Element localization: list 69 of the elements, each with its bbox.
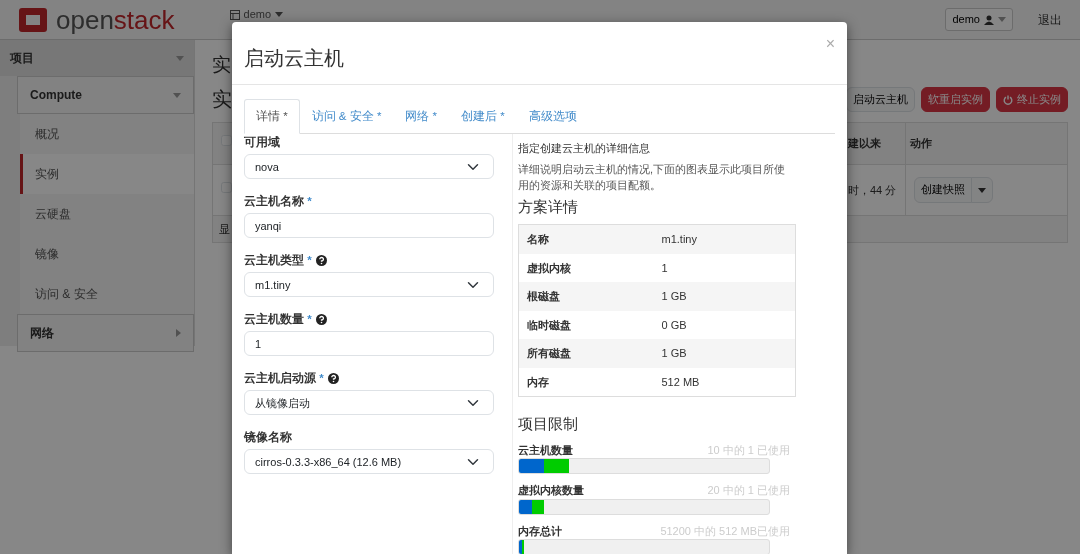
intro-text: 指定创建云主机的详细信息: [518, 141, 651, 157]
select-field[interactable]: 从镜像启动: [244, 390, 494, 416]
caret-icon: [176, 55, 184, 61]
column-header: 动作: [905, 122, 1068, 165]
quota-label: 虚拟内核数量: [518, 483, 584, 499]
input-field[interactable]: 1: [244, 331, 494, 357]
section-heading: 项目限制: [518, 414, 579, 435]
table-cell: 临时磁盘: [518, 310, 654, 340]
field-label: 镜像名称: [244, 430, 292, 446]
select-field[interactable]: m1.tiny: [244, 272, 494, 298]
table-cell: 内存: [518, 367, 654, 397]
caret-icon: [275, 12, 284, 17]
snapshot-button[interactable]: 创建快照: [914, 176, 972, 203]
page-title: 实: [212, 54, 231, 75]
sidebar-item[interactable]: 访问 & 安全: [20, 274, 194, 314]
action-button[interactable]: 终止实例: [996, 86, 1068, 113]
project-icon: [229, 9, 240, 20]
table-cell: 1: [653, 253, 796, 283]
power-icon: [1003, 94, 1013, 105]
help-icon[interactable]: [315, 313, 327, 325]
tab[interactable]: 网络 *: [393, 99, 450, 135]
caret-icon: [176, 329, 181, 337]
select-field[interactable]: nova: [244, 154, 494, 180]
sidebar-item[interactable]: 镜像: [20, 234, 194, 274]
select-field[interactable]: cirros-0.3.3-x86_64 (12.6 MB): [244, 449, 494, 475]
sidebar-header[interactable]: 项目: [10, 49, 34, 67]
table-cell: 虚拟内核: [518, 253, 654, 283]
quota-label: 内存总计: [518, 523, 562, 539]
table-cell: 0 GB: [653, 310, 796, 340]
caret-icon: [998, 17, 1006, 22]
project-menu[interactable]: demo: [243, 6, 272, 23]
user-menu[interactable]: demo: [945, 8, 1013, 31]
caret-icon: [978, 187, 986, 193]
tab[interactable]: 高级选项: [516, 99, 589, 135]
tab[interactable]: 创建后 *: [449, 99, 517, 135]
field-label: 云主机启动源 *: [244, 370, 324, 387]
section-title: 实: [212, 87, 232, 113]
table-cell: 1 GB: [653, 282, 796, 311]
section-heading: 方案详情: [518, 196, 579, 217]
action-button[interactable]: 软重启实例: [921, 86, 990, 113]
table-cell: 1 GB: [653, 339, 796, 368]
sidebar-item[interactable]: 实例: [20, 154, 194, 194]
caret-icon: [173, 92, 181, 98]
help-icon[interactable]: [327, 372, 339, 384]
field-label: 云主机名称 *: [244, 193, 312, 210]
sidebar-item[interactable]: 概况: [20, 114, 194, 154]
sidebar-item[interactable]: 云硬盘: [20, 194, 194, 234]
logo-icon: [18, 6, 48, 33]
table-cell: 根磁盘: [518, 282, 654, 311]
logo-text: openstack: [56, 6, 175, 33]
action-button[interactable]: 启动云主机: [846, 86, 915, 113]
table-cell: 所有磁盘: [518, 339, 654, 368]
sidebar-section[interactable]: 网络: [30, 324, 54, 342]
tab[interactable]: 详情 *: [244, 99, 300, 135]
tab[interactable]: 访问 & 安全 *: [299, 99, 394, 135]
logout-link[interactable]: 退出: [1038, 10, 1062, 29]
dropdown-toggle[interactable]: [971, 176, 993, 203]
description-text: 详细说明启动云主机的情况,下面的图表显示此项目所使用的资源和关联的项目配额。: [518, 161, 787, 194]
help-icon[interactable]: [315, 254, 327, 266]
sidebar-section[interactable]: Compute: [30, 86, 82, 104]
field-label: 云主机数量 *: [244, 311, 312, 328]
table-cell: 512 MB: [653, 367, 796, 397]
user-icon: [984, 14, 994, 25]
field-label: 可用域: [244, 135, 280, 151]
input-field[interactable]: yanqi: [244, 213, 494, 239]
close-button[interactable]: ×: [825, 36, 835, 52]
quota-label: 云主机数量: [518, 442, 573, 458]
field-label: 云主机类型 *: [244, 252, 312, 269]
modal-title: 启动云主机: [244, 46, 344, 70]
